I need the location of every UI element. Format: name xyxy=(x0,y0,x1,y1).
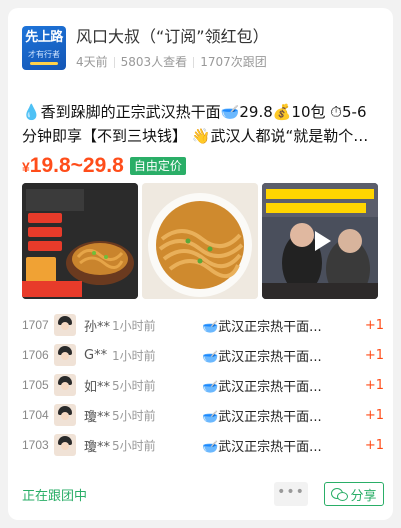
order-quantity: +1 xyxy=(364,437,384,453)
view-count: 5803人查看 xyxy=(120,55,188,69)
logo-text-top: 先上路 xyxy=(25,30,63,45)
wechat-icon xyxy=(331,488,349,501)
buyer-name: 如** xyxy=(84,379,111,395)
product-image-1[interactable] xyxy=(22,183,138,299)
footer: 正在跟团中 ••• 分享 xyxy=(22,481,384,507)
join-count: 1707次跟团 xyxy=(200,55,267,69)
order-number: 1706 xyxy=(22,348,49,362)
group-status: 正在跟团中 xyxy=(22,488,88,504)
order-item: 🥣武汉正宗热干面... xyxy=(202,439,322,455)
order-row[interactable]: 1706 G** 1小时前 🥣武汉正宗热干面... +1 xyxy=(22,340,384,370)
order-number: 1705 xyxy=(22,378,49,392)
order-item: 🥣武汉正宗热干面... xyxy=(202,409,322,425)
buyer-name: 瓊** xyxy=(84,439,111,455)
product-image-2[interactable] xyxy=(142,183,258,299)
avatar xyxy=(54,344,76,366)
meta-row: 4天前 5803人查看 1707次跟团 xyxy=(76,54,269,70)
order-row[interactable]: 1705 如** 5小时前 🥣武汉正宗热干面... +1 xyxy=(22,370,384,400)
order-number: 1703 xyxy=(22,438,49,452)
buyer-name: G** xyxy=(84,347,108,363)
post-time: 4天前 xyxy=(76,55,108,69)
order-item: 🥣武汉正宗热干面... xyxy=(202,349,322,365)
product-video-thumbnail[interactable] xyxy=(262,183,378,299)
header: 先上路 才有行者 风口大叔（“订阅”领红包） 4天前 5803人查看 1707次… xyxy=(22,26,269,70)
more-button[interactable]: ••• xyxy=(274,482,308,506)
order-time: 1小时前 xyxy=(112,318,156,333)
order-time: 5小时前 xyxy=(112,408,156,423)
group-buy-card[interactable]: 先上路 才有行者 风口大叔（“订阅”领红包） 4天前 5803人查看 1707次… xyxy=(8,8,393,520)
logo-text-bottom: 才有行者 xyxy=(28,50,60,59)
order-quantity: +1 xyxy=(364,407,384,423)
shop-logo[interactable]: 先上路 才有行者 xyxy=(22,26,66,70)
order-row[interactable]: 1704 瓊** 5小时前 🥣武汉正宗热干面... +1 xyxy=(22,400,384,430)
share-label: 分享 xyxy=(350,488,377,504)
noodle-package-illustration xyxy=(22,183,138,299)
order-number: 1704 xyxy=(22,408,49,422)
noodle-bowl-illustration xyxy=(142,183,258,299)
order-quantity: +1 xyxy=(364,377,384,393)
image-gallery xyxy=(22,183,378,299)
avatar xyxy=(54,314,76,336)
order-row[interactable]: 1707 孙** 1小时前 🥣武汉正宗热干面... +1 xyxy=(22,310,384,340)
share-button[interactable]: 分享 xyxy=(324,482,384,506)
order-quantity: +1 xyxy=(364,317,384,333)
avatar xyxy=(54,374,76,396)
order-row[interactable]: 1703 瓊** 5小时前 🥣武汉正宗热干面... +1 xyxy=(22,430,384,460)
order-list: 1707 孙** 1小时前 🥣武汉正宗热干面... +1 1706 G** 1小… xyxy=(22,310,384,460)
order-time: 5小时前 xyxy=(112,378,156,393)
order-item: 🥣武汉正宗热干面... xyxy=(202,319,322,335)
price-value: 19.8~29.8 xyxy=(29,154,124,177)
order-number: 1707 xyxy=(22,318,49,332)
product-description[interactable]: 💧香到跺脚的正宗武汉热干面🥣29.8💰10包 ⏱5-6分钟即享【不到三块钱】 👋… xyxy=(22,100,378,148)
order-time: 5小时前 xyxy=(112,438,156,453)
logo-bar xyxy=(30,62,58,65)
avatar xyxy=(54,434,76,456)
shop-title[interactable]: 风口大叔（“订阅”领红包） xyxy=(76,26,269,48)
avatar xyxy=(54,404,76,426)
divider xyxy=(113,56,115,68)
pricing-tag: 自由定价 xyxy=(129,157,186,175)
order-item: 🥣武汉正宗热干面... xyxy=(202,379,322,395)
buyer-name: 孙** xyxy=(84,319,111,335)
order-time: 1小时前 xyxy=(112,348,156,363)
order-quantity: +1 xyxy=(364,347,384,363)
buyer-name: 瓊** xyxy=(84,409,111,425)
price-symbol: ¥ xyxy=(22,159,30,175)
price-row: ¥19.8~29.8 自由定价 xyxy=(22,154,186,178)
divider xyxy=(193,56,195,68)
price: ¥19.8~29.8 xyxy=(22,154,124,178)
play-icon[interactable] xyxy=(315,231,331,251)
